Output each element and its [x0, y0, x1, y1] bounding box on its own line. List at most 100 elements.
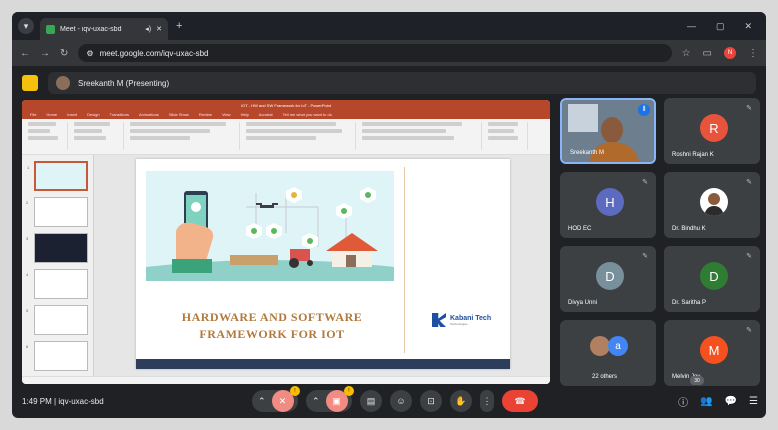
slide-thumbnail[interactable]: 2	[26, 197, 88, 227]
others-count: 22 others	[592, 374, 618, 380]
ribbon-group-clipboard	[28, 122, 68, 150]
brand-name: Kabani Tech	[450, 314, 492, 322]
address-bar-row: ← → ↻ ⚙ meet.google.com/iqv-uxac-sbd ☆ ▭…	[12, 40, 766, 66]
new-tab-button[interactable]: +	[176, 20, 182, 32]
meet-logo-icon	[22, 75, 38, 91]
participant-name: Dr. Bindhu K	[672, 226, 706, 232]
others-photo-avatar	[590, 336, 610, 356]
slide-title-line-2: FRAMEWORK FOR IOT	[199, 327, 345, 341]
url-input[interactable]: ⚙ meet.google.com/iqv-uxac-sbd	[78, 44, 672, 62]
participant-tile-others[interactable]: a 22 others	[560, 320, 656, 386]
menu-dots-icon[interactable]: ⋮	[748, 48, 758, 59]
profile-avatar[interactable]: N	[724, 47, 736, 59]
meeting-info: 1:49 PM | iqv-uxac-sbd	[22, 397, 104, 406]
shared-screen[interactable]: IOT - HW and SW Framework for IoT - Powe…	[22, 100, 550, 384]
menu-view: View	[221, 112, 231, 117]
participant-tile[interactable]: ✎ D Dr. Saritha P	[664, 246, 760, 312]
participant-tile[interactable]: ✎ D Divya Unni	[560, 246, 656, 312]
captions-button[interactable]: ▤	[360, 390, 382, 412]
camera-warning-badge: !	[344, 386, 354, 396]
menu-file: File	[30, 112, 37, 117]
powerpoint-ribbon	[22, 119, 550, 155]
mic-off-icon: ✎	[642, 179, 648, 186]
maximize-icon[interactable]: ▢	[716, 21, 725, 32]
tab-meet[interactable]: Meet - iqv-uxac-sbd ◂) ✕	[40, 18, 168, 40]
camera-options-icon[interactable]: ⌃	[312, 396, 320, 407]
mic-off-icon: ✎	[746, 327, 752, 334]
close-window-icon[interactable]: ✕	[744, 21, 752, 32]
slide-thumbnail[interactable]: 1	[27, 161, 88, 191]
speaker-icon[interactable]: ◂)	[145, 25, 151, 33]
participant-tile[interactable]: ✎ R Roshni Rajan K	[664, 98, 760, 164]
tab-bar: ▾ Meet - iqv-uxac-sbd ◂) ✕ + — ▢ ✕	[12, 12, 766, 40]
mic-off-icon: ✎	[746, 179, 752, 186]
slide-thumbnail[interactable]: 4	[26, 269, 88, 299]
participant-avatar: R	[700, 114, 728, 142]
participant-name: HOD EC	[568, 226, 592, 232]
present-icon: ⊡	[427, 395, 435, 406]
slide-title-line-1: HARDWARE AND SOFTWARE	[181, 310, 363, 324]
participant-tile[interactable]: ✎ Dr. Bindhu K	[664, 172, 760, 238]
presenter-label: Sreekanth M (Presenting)	[78, 78, 170, 88]
raise-hand-button[interactable]: ✋	[450, 390, 472, 412]
current-slide[interactable]: HARDWARE AND SOFTWARE FRAMEWORK FOR IOT …	[136, 159, 510, 369]
tab-close-icon[interactable]: ✕	[156, 25, 162, 33]
slide-title: HARDWARE AND SOFTWARE FRAMEWORK FOR IOT	[142, 309, 402, 343]
presenter-avatar	[56, 76, 70, 90]
hand-icon: ✋	[455, 395, 467, 406]
participant-tile[interactable]: Sreekanth M ⦀	[560, 98, 656, 164]
clock-time: 1:49 PM	[22, 396, 52, 406]
participant-avatar: H	[596, 188, 624, 216]
ribbon-group-paragraph	[246, 122, 356, 150]
more-vert-icon: ⋮	[482, 395, 492, 406]
people-icon[interactable]: 👥	[700, 396, 712, 407]
menu-tellme: Tell me what you want to do	[282, 112, 332, 117]
iot-illustration	[146, 171, 394, 281]
reload-icon[interactable]: ↻	[60, 48, 68, 59]
camera-button[interactable]: ⌃ ▣ !	[306, 386, 354, 412]
participant-count-badge: 30	[690, 376, 704, 385]
minimize-icon[interactable]: —	[687, 21, 696, 32]
slide-thumbnail[interactable]: 6	[26, 341, 88, 371]
presenter-banner[interactable]: Sreekanth M (Presenting)	[48, 72, 756, 94]
menu-slideshow: Slide Show	[168, 112, 189, 117]
site-info-icon[interactable]: ⚙	[86, 49, 93, 58]
participant-name: Divya Unni	[568, 300, 598, 306]
participant-name: Roshni Rajan K	[672, 152, 714, 158]
bookmark-star-icon[interactable]: ☆	[682, 48, 691, 59]
info-icon[interactable]: ⓘ	[678, 394, 688, 409]
present-button[interactable]: ⊡	[420, 390, 442, 412]
url-text: meet.google.com/iqv-uxac-sbd	[99, 48, 209, 58]
participant-tile[interactable]: ✎ H HOD EC	[560, 172, 656, 238]
menu-review: Review	[198, 112, 212, 117]
extensions-icon[interactable]: ▭	[703, 48, 712, 59]
reactions-button[interactable]: ☺	[390, 390, 412, 412]
activities-icon[interactable]: ☰	[749, 396, 758, 407]
powerpoint-titlebar: IOT - HW and SW Framework for IoT - Powe…	[22, 100, 550, 110]
kabani-logo-icon	[432, 313, 446, 327]
microphone-button[interactable]: ⌃ ✕ !	[252, 386, 300, 412]
more-options-button[interactable]: ⋮	[480, 390, 494, 412]
powerpoint-menu: File Home Insert Design Transitions Anim…	[22, 110, 550, 119]
powerpoint-statusbar	[22, 376, 550, 384]
meet-header: Sreekanth M (Presenting)	[12, 68, 766, 98]
ribbon-group-editing	[488, 122, 528, 150]
slide-thumbnail[interactable]: 5	[26, 305, 88, 335]
mic-options-icon[interactable]: ⌃	[258, 396, 266, 407]
tab-title: Meet - iqv-uxac-sbd	[60, 25, 122, 33]
call-controls: ⌃ ✕ ! ⌃ ▣ ! ▤ ☺ ⊡ ✋ ⋮ ☎	[252, 386, 538, 412]
tab-search-icon[interactable]: ▾	[18, 18, 34, 34]
menu-transitions: Transitions	[109, 112, 130, 117]
speaking-icon: ⦀	[638, 104, 650, 116]
menu-animations: Animations	[139, 112, 159, 117]
slide-divider	[404, 167, 405, 353]
emoji-icon: ☺	[396, 396, 406, 406]
brand-logo: Kabani Tech Technologies	[432, 313, 491, 327]
leave-call-button[interactable]: ☎	[502, 390, 538, 412]
powerpoint-workspace: 1 2 3 4 5 6 HARDWARE AND SOFTWARE FRAMEW…	[22, 155, 550, 376]
back-icon[interactable]: ←	[20, 48, 30, 59]
chat-icon[interactable]: 💬	[725, 396, 737, 407]
forward-icon[interactable]: →	[40, 48, 50, 59]
participant-tile[interactable]: ✎ M Melvin Joy	[664, 320, 760, 386]
slide-thumbnail[interactable]: 3	[26, 233, 88, 263]
